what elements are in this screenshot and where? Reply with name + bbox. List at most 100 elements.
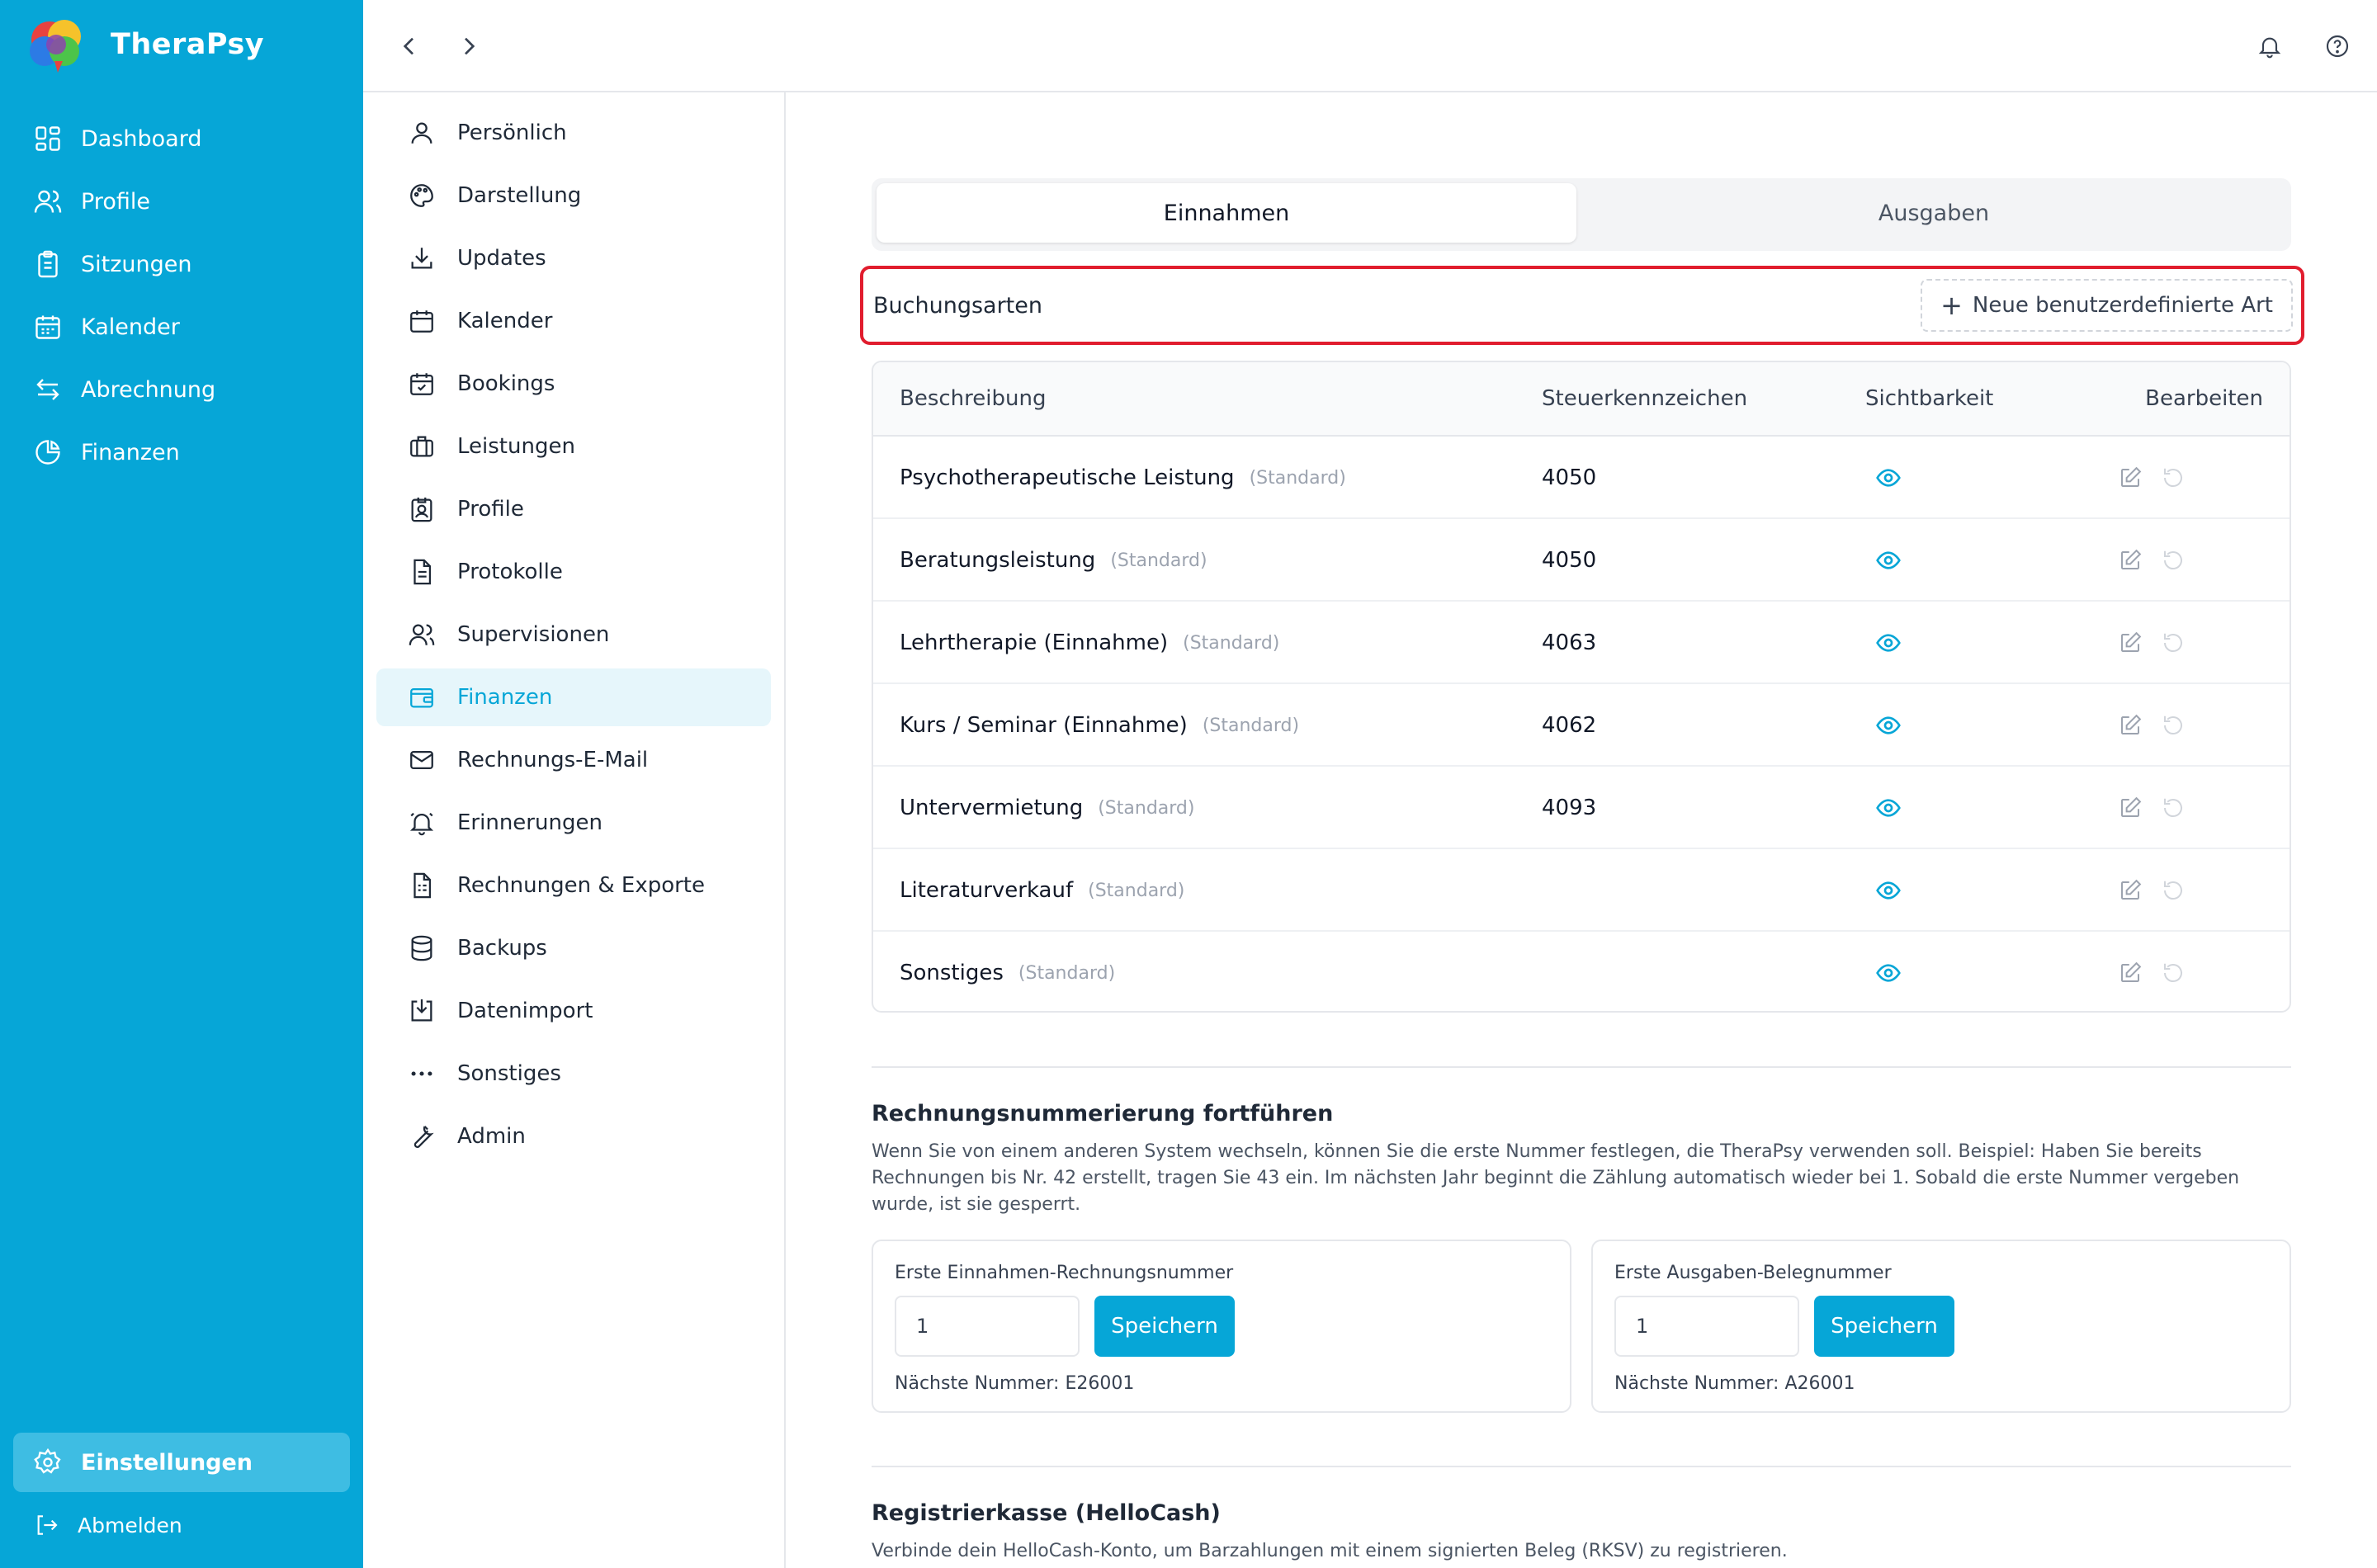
row-standard-tag: (Standard) (1098, 797, 1195, 819)
nav-abrechnung[interactable]: Abrechnung (0, 358, 363, 421)
expense-number-input[interactable]: 1 (1614, 1296, 1799, 1357)
submenu-label: Rechnungs-E-Mail (457, 748, 649, 772)
eye-icon (1875, 465, 1902, 491)
reset-button[interactable] (2161, 602, 2186, 684)
new-custom-type-label: Neue benutzerdefinierte Art (1972, 293, 2273, 318)
nav-profile[interactable]: Profile (0, 170, 363, 233)
income-save-button[interactable]: Speichern (1094, 1296, 1235, 1357)
visibility-toggle[interactable] (1875, 437, 1902, 519)
users-icon (34, 190, 62, 213)
nav-sitzungen[interactable]: Sitzungen (0, 233, 363, 295)
row-name: Kurs / Seminar (Einnahme) (900, 713, 1188, 738)
notifications-button[interactable] (2252, 28, 2288, 64)
edit-button[interactable] (2118, 519, 2143, 602)
tab-einnahmen[interactable]: Einnahmen (877, 183, 1576, 243)
register-title: Registrierkasse (HelloCash) (872, 1500, 1221, 1526)
calendar-icon (410, 310, 433, 333)
table-row: Untervermietung (Standard) 4093 (873, 767, 2290, 849)
row-name: Psychotherapeutische Leistung (900, 465, 1235, 490)
reset-button[interactable] (2161, 519, 2186, 602)
brand[interactable]: TheraPsy (25, 15, 264, 74)
submenu-profile[interactable]: Profile (376, 480, 771, 538)
numbering-title: Rechnungsnummerierung fortführen (872, 1101, 1334, 1126)
income-number-card: Erste Einnahmen-Rechnungsnummer 1 Speich… (872, 1240, 1571, 1413)
expense-save-button[interactable]: Speichern (1814, 1296, 1954, 1357)
submenu-protokolle[interactable]: Protokolle (376, 543, 771, 601)
table-body: Psychotherapeutische Leistung (Standard) 4… (873, 437, 2290, 1011)
edit-button[interactable] (2118, 684, 2143, 767)
row-standard-tag: (Standard) (1183, 632, 1280, 654)
row-name: Lehrtherapie (Einnahme) (900, 631, 1169, 655)
col-steuerkennzeichen: Steuerkennzeichen (1542, 386, 1748, 411)
reset-button[interactable] (2161, 932, 2186, 1011)
submenu-finanzen[interactable]: Finanzen (376, 668, 771, 726)
submenu-backups[interactable]: Backups (376, 919, 771, 977)
reset-icon (2161, 631, 2186, 655)
submenu-admin[interactable]: Admin (376, 1108, 771, 1165)
submenu-label: Finanzen (457, 685, 553, 710)
edit-button[interactable] (2118, 767, 2143, 849)
submenu-supervisionen[interactable]: Supervisionen (376, 606, 771, 664)
submenu-darstellung[interactable]: Darstellung (376, 167, 771, 224)
visibility-toggle[interactable] (1875, 932, 1902, 1011)
reset-button[interactable] (2161, 437, 2186, 519)
submenu-rechnungen-exporte[interactable]: Rechnungen & Exporte (376, 857, 771, 914)
submenu-updates[interactable]: Updates (376, 229, 771, 287)
section-divider (872, 1066, 2291, 1068)
edit-button[interactable] (2118, 437, 2143, 519)
row-name: Untervermietung (900, 796, 1084, 820)
visibility-toggle[interactable] (1875, 602, 1902, 684)
edit-button[interactable] (2118, 602, 2143, 684)
reset-button[interactable] (2161, 684, 2186, 767)
finance-tabs: Einnahmen Ausgaben (872, 178, 2291, 251)
visibility-toggle[interactable] (1875, 684, 1902, 767)
table-row: Lehrtherapie (Einnahme) (Standard) 4063 (873, 602, 2290, 684)
visibility-toggle[interactable] (1875, 519, 1902, 602)
nav-einstellungen[interactable]: Einstellungen (13, 1433, 350, 1492)
forward-button[interactable] (451, 28, 487, 64)
edit-button[interactable] (2118, 932, 2143, 1011)
col-beschreibung: Beschreibung (900, 386, 1047, 411)
back-button[interactable] (391, 28, 428, 64)
nav-kalender[interactable]: Kalender (0, 295, 363, 358)
reset-icon (2161, 796, 2186, 820)
reset-icon (2161, 548, 2186, 573)
reset-button[interactable] (2161, 767, 2186, 849)
help-button[interactable] (2319, 28, 2356, 64)
edit-button[interactable] (2118, 849, 2143, 932)
bell-icon (2258, 37, 2281, 59)
edit-icon (2118, 878, 2143, 903)
row-description: Untervermietung (Standard) (900, 767, 1194, 849)
tab-ausgaben[interactable]: Ausgaben (1581, 183, 2286, 243)
visibility-toggle[interactable] (1875, 767, 1902, 849)
reset-icon (2161, 878, 2186, 903)
row-description: Lehrtherapie (Einnahme) (Standard) (900, 602, 1279, 684)
reset-icon (2161, 713, 2186, 738)
row-name: Literaturverkauf (900, 878, 1074, 903)
nav-finanzen[interactable]: Finanzen (0, 421, 363, 484)
visibility-toggle[interactable] (1875, 849, 1902, 932)
row-standard-tag: (Standard) (1202, 715, 1300, 736)
submenu-erinnerungen[interactable]: Erinnerungen (376, 794, 771, 852)
submenu-kalender[interactable]: Kalender (376, 292, 771, 350)
submenu-rechnungs-email[interactable]: Rechnungs-E-Mail (376, 731, 771, 789)
submenu-bookings[interactable]: Bookings (376, 355, 771, 413)
nav-label: Abrechnung (81, 376, 216, 403)
eye-icon (1875, 630, 1902, 656)
edit-icon (2118, 465, 2143, 490)
logout-button[interactable]: Abmelden (0, 1500, 363, 1550)
submenu-leistungen[interactable]: Leistungen (376, 418, 771, 475)
nav-dashboard[interactable]: Dashboard (0, 107, 363, 170)
income-number-input[interactable]: 1 (895, 1296, 1080, 1357)
new-custom-type-button[interactable]: + Neue benutzerdefinierte Art (1921, 279, 2293, 332)
submenu-sonstiges[interactable]: Sonstiges (376, 1045, 771, 1103)
chevron-left-icon (403, 37, 413, 55)
main-sidebar: TheraPsy Dashboard Profile Sitzungen Kal… (0, 0, 363, 1568)
sidebar-bottom: Einstellungen Abmelden (0, 1433, 363, 1550)
col-bearbeiten: Bearbeiten (2145, 386, 2263, 411)
import-icon (411, 999, 432, 1022)
booking-types-header: Buchungsarten + Neue benutzerdefinierte … (860, 266, 2304, 345)
reset-button[interactable] (2161, 849, 2186, 932)
submenu-persoenlich[interactable]: Persönlich (376, 104, 771, 162)
submenu-datenimport[interactable]: Datenimport (376, 982, 771, 1040)
